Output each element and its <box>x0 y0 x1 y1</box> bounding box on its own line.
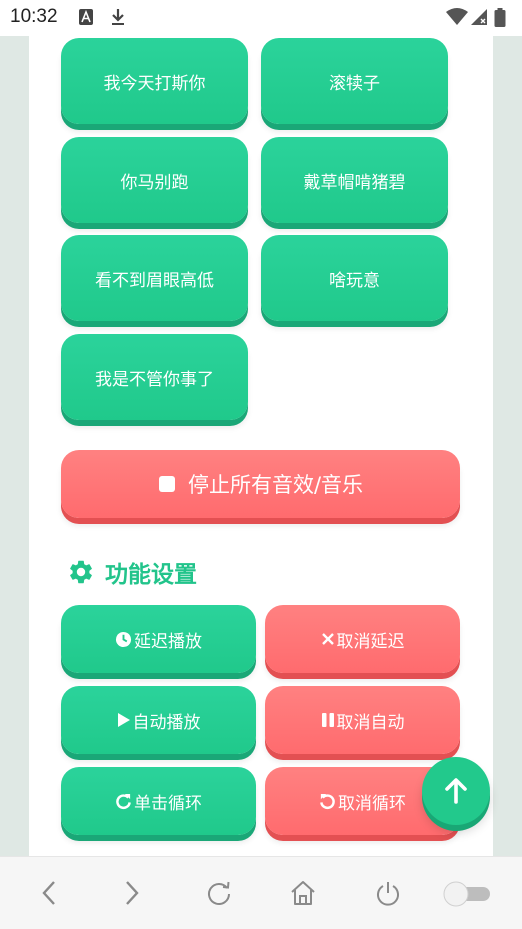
button-label: 取消延迟 <box>336 631 405 652</box>
power-icon[interactable] <box>370 875 406 911</box>
content-area: 我今天打斯你 滚犊子 你马别跑 戴草帽啃猪碧 看不到眉眼高低 啥玩意 我是不管你… <box>29 36 493 856</box>
pause-icon <box>321 712 335 728</box>
delay-play-button[interactable]: 延迟播放 <box>61 605 256 673</box>
button-label: 我今天打斯你 <box>103 73 206 94</box>
button-label: 滚犊子 <box>329 73 380 94</box>
wifi-icon <box>446 8 468 30</box>
refresh-icon[interactable] <box>201 875 237 911</box>
download-icon <box>110 8 126 30</box>
status-time: 10:32 <box>10 6 58 27</box>
sound-button[interactable]: 滚犊子 <box>261 38 448 124</box>
button-label: 单击循环 <box>134 793 202 814</box>
sound-button[interactable]: 啥玩意 <box>261 235 448 321</box>
sound-button[interactable]: 我是不管你事了 <box>61 334 248 420</box>
button-label: 延迟播放 <box>134 631 202 652</box>
auto-play-button[interactable]: 自动播放 <box>61 686 256 754</box>
stop-icon <box>158 475 176 493</box>
single-loop-button[interactable]: 单击循环 <box>61 767 256 835</box>
bottom-nav-bar <box>0 856 522 929</box>
battery-icon <box>494 8 506 32</box>
arrow-up-icon <box>440 775 472 807</box>
button-label: 自动播放 <box>132 712 201 733</box>
section-title: 功能设置 <box>67 556 197 588</box>
button-label: 戴草帽啃猪碧 <box>303 172 406 193</box>
sound-button[interactable]: 看不到眉眼高低 <box>61 235 248 321</box>
home-icon[interactable] <box>285 875 321 911</box>
gear-icon <box>67 558 95 586</box>
cancel-delay-button[interactable]: 取消延迟 <box>265 605 460 673</box>
sound-button[interactable]: 我今天打斯你 <box>61 38 248 124</box>
button-label: 取消循环 <box>338 793 406 814</box>
cancel-auto-button[interactable]: 取消自动 <box>265 686 460 754</box>
play-icon <box>117 712 131 728</box>
stop-all-button[interactable]: 停止所有音效/音乐 <box>61 450 460 518</box>
undo-icon <box>319 793 336 810</box>
text-notification-icon <box>78 8 94 30</box>
sound-button[interactable]: 戴草帽啃猪碧 <box>261 137 448 223</box>
close-icon <box>321 632 335 646</box>
button-label: 你马别跑 <box>120 172 189 193</box>
cell-signal-icon <box>470 8 488 30</box>
forward-icon[interactable] <box>114 875 150 911</box>
toggle-switch[interactable] <box>442 881 492 907</box>
button-label: 取消自动 <box>336 712 405 733</box>
status-bar: 10:32 <box>0 0 522 36</box>
sound-button[interactable]: 你马别跑 <box>61 137 248 223</box>
button-label: 看不到眉眼高低 <box>95 270 214 291</box>
button-label: 停止所有音效/音乐 <box>187 473 364 497</box>
back-icon[interactable] <box>31 875 67 911</box>
button-label: 我是不管你事了 <box>95 369 214 390</box>
scroll-to-top-button[interactable] <box>422 757 490 825</box>
button-label: 啥玩意 <box>329 270 380 291</box>
redo-icon <box>115 793 132 810</box>
section-title-label: 功能设置 <box>105 562 197 588</box>
clock-icon <box>115 631 132 648</box>
